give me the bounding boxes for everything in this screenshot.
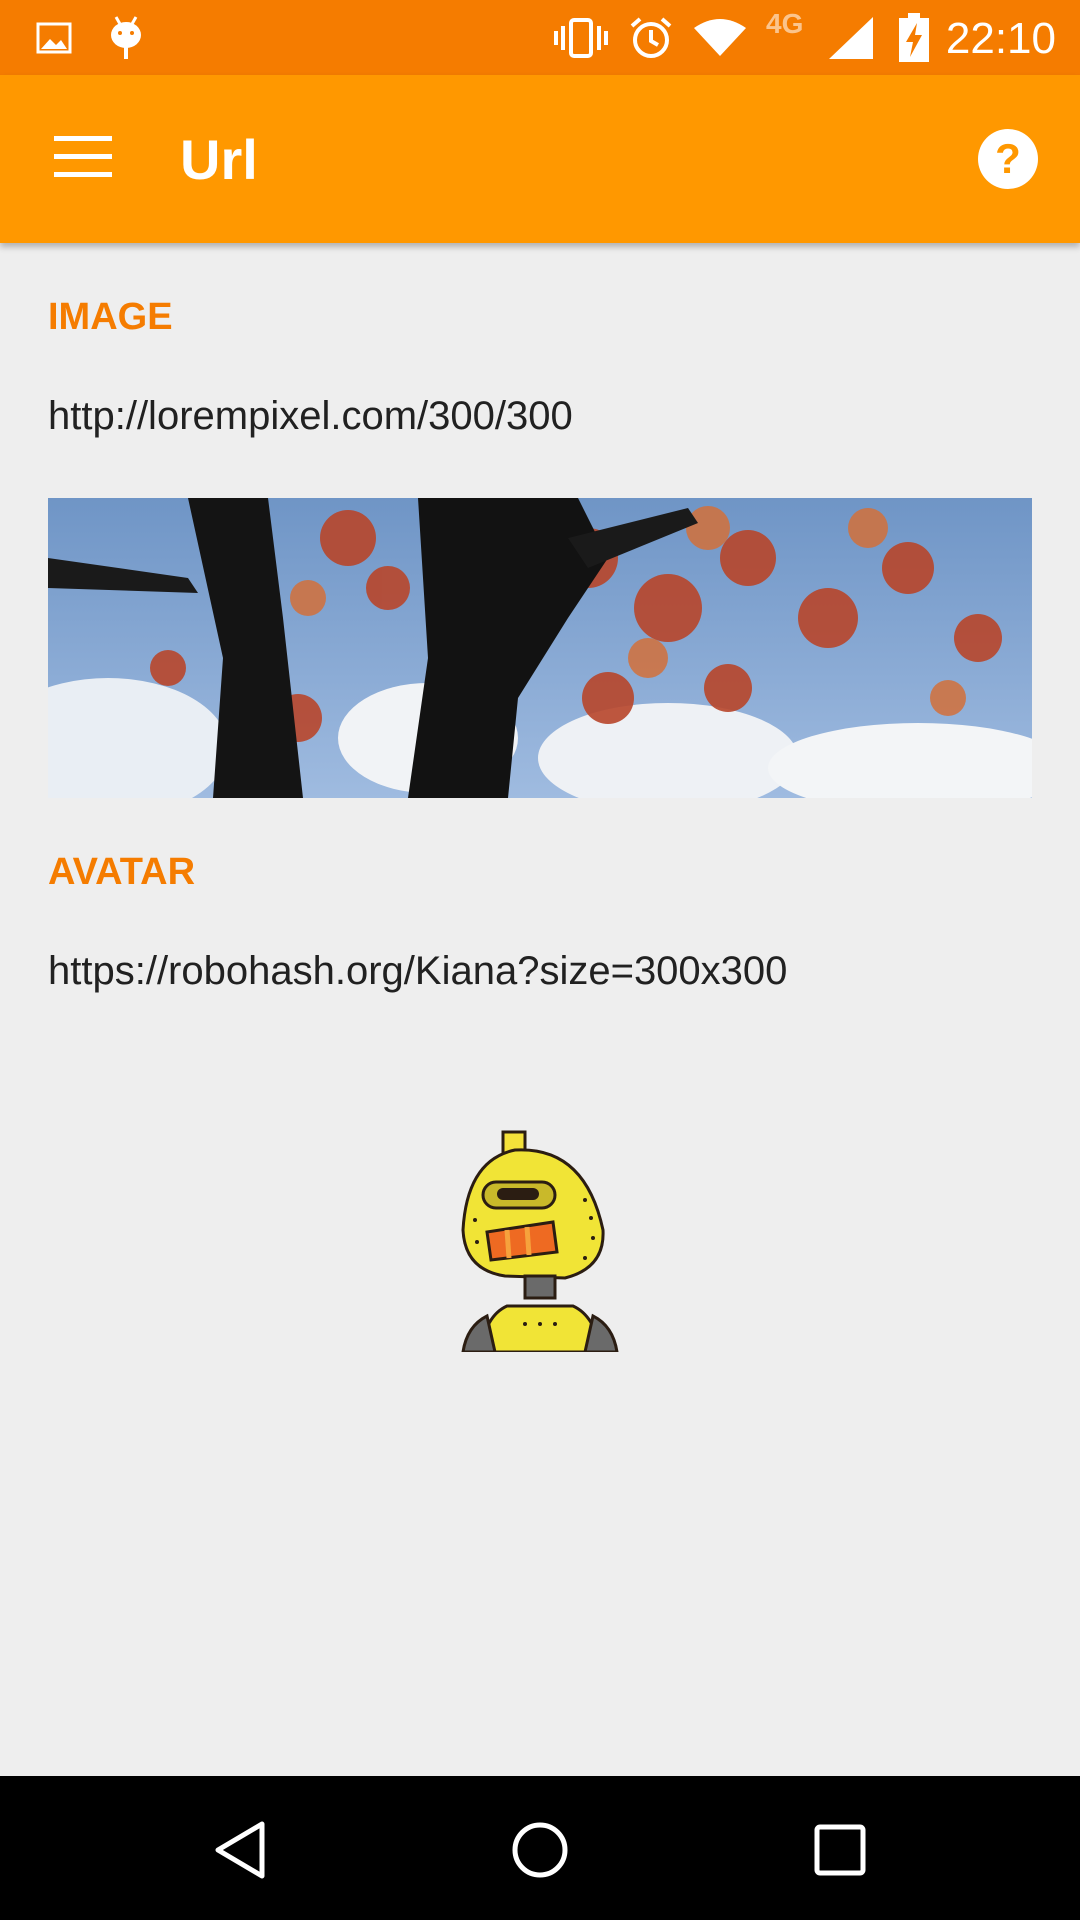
recents-button[interactable]	[800, 1812, 880, 1892]
vibrate-icon	[552, 0, 610, 75]
avatar	[445, 1120, 635, 1354]
app-bar: Url ?	[0, 75, 1080, 243]
home-icon	[510, 1820, 570, 1885]
signal-icon	[826, 0, 876, 75]
status-time: 22:10	[945, 14, 1056, 63]
image-section-label: IMAGE	[48, 296, 173, 338]
back-icon	[212, 1820, 268, 1885]
status-bar: 4G 22:10	[0, 0, 1080, 75]
recents-icon	[813, 1823, 867, 1882]
android-debug-icon	[106, 0, 146, 75]
home-button[interactable]	[500, 1812, 580, 1892]
image-notification-icon	[34, 0, 74, 75]
help-button[interactable]: ?	[972, 125, 1044, 197]
alarm-icon	[628, 0, 674, 75]
svg-text:?: ?	[995, 135, 1021, 182]
navigation-bar	[0, 1776, 1080, 1920]
battery-charging-icon	[896, 0, 932, 75]
back-button[interactable]	[200, 1812, 280, 1892]
menu-button[interactable]	[38, 119, 128, 199]
menu-icon	[54, 135, 112, 183]
avatar-section-label: AVATAR	[48, 851, 196, 893]
image-url-text: http://lorempixel.com/300/300	[48, 394, 573, 438]
image-preview	[48, 498, 1032, 798]
wifi-icon	[692, 0, 748, 75]
help-icon: ?	[977, 128, 1039, 195]
network-type-label: 4G	[766, 8, 804, 39]
avatar-url-text: https://robohash.org/Kiana?size=300x300	[48, 949, 788, 993]
page-title: Url	[180, 128, 258, 191]
